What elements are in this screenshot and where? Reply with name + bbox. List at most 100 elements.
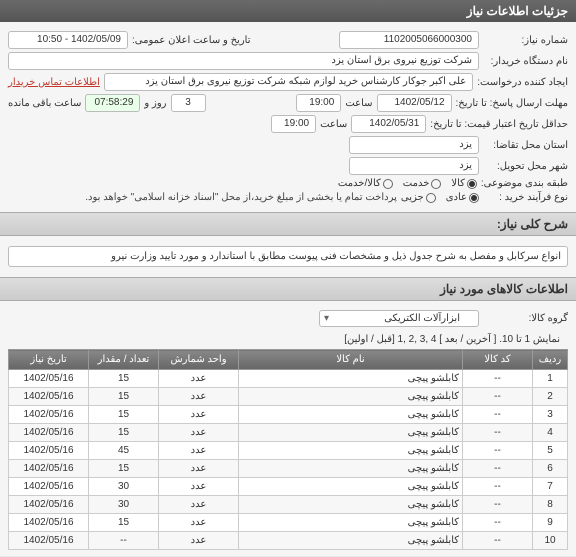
cell-unit: عدد xyxy=(159,424,239,442)
col-idx: ردیف xyxy=(533,350,568,370)
cell-date: 1402/05/16 xyxy=(9,532,89,550)
table-row[interactable]: 7--کابلشو پیچیعدد301402/05/16 xyxy=(9,478,568,496)
cell-code: -- xyxy=(463,388,533,406)
subject-radio-group: کالا خدمت کالا/خدمت xyxy=(338,178,477,189)
cell-name: کابلشو پیچی xyxy=(239,442,463,460)
deadline-label: مهلت ارسال پاسخ: تا تاریخ: xyxy=(456,98,568,109)
col-date: تاریخ نیاز xyxy=(9,350,89,370)
pubdate-label: تاریخ و ساعت اعلان عمومی: xyxy=(132,35,251,46)
contact-link[interactable]: اطلاعات تماس خریدار xyxy=(8,77,100,88)
cell-idx: 4 xyxy=(533,424,568,442)
time-label-1: ساعت xyxy=(345,98,372,109)
delloc-label: شهر محل تحویل: xyxy=(483,161,568,172)
page-header: جزئیات اطلاعات نیاز xyxy=(0,0,576,22)
cell-unit: عدد xyxy=(159,514,239,532)
validity-date: 1402/05/31 xyxy=(351,115,426,133)
group-dropdown[interactable]: ابزارآلات الکتریکی xyxy=(319,310,479,327)
cell-name: کابلشو پیچی xyxy=(239,532,463,550)
general-desc: انواع سرکابل و مفصل به شرح جدول ذیل و مش… xyxy=(8,246,568,267)
cell-name: کابلشو پیچی xyxy=(239,406,463,424)
cell-code: -- xyxy=(463,514,533,532)
buyer-value: شرکت توزیع نیروی برق استان یزد xyxy=(8,52,479,70)
radio-partial-label: جزیی xyxy=(401,192,424,203)
cell-code: -- xyxy=(463,532,533,550)
cell-date: 1402/05/16 xyxy=(9,406,89,424)
radio-goods[interactable] xyxy=(467,179,477,189)
table-row[interactable]: 5--کابلشو پیچیعدد451402/05/16 xyxy=(9,442,568,460)
cell-unit: عدد xyxy=(159,406,239,424)
table-row[interactable]: 2--کابلشو پیچیعدد151402/05/16 xyxy=(9,388,568,406)
remain-label: ساعت باقی مانده xyxy=(8,98,81,109)
cell-qty: 15 xyxy=(89,370,159,388)
buyer-label: نام دستگاه خریدار: xyxy=(483,56,568,67)
radio-service[interactable] xyxy=(431,179,441,189)
cell-date: 1402/05/16 xyxy=(9,460,89,478)
cell-date: 1402/05/16 xyxy=(9,388,89,406)
cell-qty: 15 xyxy=(89,514,159,532)
cell-idx: 6 xyxy=(533,460,568,478)
table-row[interactable]: 4--کابلشو پیچیعدد151402/05/16 xyxy=(9,424,568,442)
cell-code: -- xyxy=(463,460,533,478)
cell-idx: 1 xyxy=(533,370,568,388)
pubdate-value: 1402/05/09 - 10:50 xyxy=(8,31,128,49)
radio-goodsservice-label: کالا/خدمت xyxy=(338,178,381,189)
table-row[interactable]: 1--کابلشو پیچیعدد151402/05/16 xyxy=(9,370,568,388)
cell-qty: 30 xyxy=(89,496,159,514)
cell-unit: عدد xyxy=(159,460,239,478)
cell-date: 1402/05/16 xyxy=(9,478,89,496)
group-label: گروه کالا: xyxy=(483,313,568,324)
days-remaining: 3 xyxy=(171,94,206,112)
cell-name: کابلشو پیچی xyxy=(239,424,463,442)
cell-unit: عدد xyxy=(159,532,239,550)
cell-code: -- xyxy=(463,478,533,496)
reqloc-label: استان محل تقاضا: xyxy=(483,140,568,151)
validity-label: حداقل تاریخ اعتبار قیمت: تا تاریخ: xyxy=(430,119,568,130)
cell-code: -- xyxy=(463,496,533,514)
time-remaining: 07:58:29 xyxy=(85,94,140,112)
cell-name: کابلشو پیچی xyxy=(239,388,463,406)
table-row[interactable]: 9--کابلشو پیچیعدد151402/05/16 xyxy=(9,514,568,532)
creator-label: ایجاد کننده درخواست: xyxy=(477,77,568,88)
cell-idx: 9 xyxy=(533,514,568,532)
cell-unit: عدد xyxy=(159,442,239,460)
col-qty: تعداد / مقدار xyxy=(89,350,159,370)
time-label-2: ساعت xyxy=(320,119,347,130)
radio-partial[interactable] xyxy=(426,193,436,203)
reqno-value: 1102005066000300 xyxy=(339,31,479,49)
cell-date: 1402/05/16 xyxy=(9,370,89,388)
cell-code: -- xyxy=(463,406,533,424)
deadline-date: 1402/05/12 xyxy=(377,94,452,112)
cell-unit: عدد xyxy=(159,496,239,514)
details-section: شماره نیاز: 1102005066000300 تاریخ و ساع… xyxy=(0,22,576,212)
creator-value: علی اکبر جوکار کارشناس خرید لوازم شبکه ش… xyxy=(104,73,473,91)
table-row[interactable]: 10--کابلشو پیچیعدد--1402/05/16 xyxy=(9,532,568,550)
process-radio-group: عادی جزیی xyxy=(401,192,479,203)
pager-links[interactable]: [ آخرین / بعد ] 4 ,3 ,2 ,1 [قبل / اولین] xyxy=(344,334,496,345)
subject-label: طبقه بندی موضوعی: xyxy=(481,178,568,189)
col-code: کد کالا xyxy=(463,350,533,370)
cell-qty: 45 xyxy=(89,442,159,460)
cell-qty: 15 xyxy=(89,424,159,442)
radio-goods-label: کالا xyxy=(451,178,465,189)
reqloc-value: یزد xyxy=(349,136,479,154)
cell-unit: عدد xyxy=(159,370,239,388)
cell-date: 1402/05/16 xyxy=(9,496,89,514)
cell-date: 1402/05/16 xyxy=(9,442,89,460)
pager: نمایش 1 تا 10. [ آخرین / بعد ] 4 ,3 ,2 ,… xyxy=(8,330,568,349)
table-row[interactable]: 6--کابلشو پیچیعدد151402/05/16 xyxy=(9,460,568,478)
cell-code: -- xyxy=(463,370,533,388)
radio-service-label: خدمت xyxy=(403,178,430,189)
table-row[interactable]: 3--کابلشو پیچیعدد151402/05/16 xyxy=(9,406,568,424)
radio-normal-label: عادی xyxy=(446,192,467,203)
cell-idx: 8 xyxy=(533,496,568,514)
items-table: ردیف کد کالا نام کالا واحد شمارش تعداد /… xyxy=(8,349,568,550)
cell-name: کابلشو پیچی xyxy=(239,478,463,496)
col-unit: واحد شمارش xyxy=(159,350,239,370)
radio-goodsservice[interactable] xyxy=(383,179,393,189)
cell-qty: 15 xyxy=(89,460,159,478)
cell-code: -- xyxy=(463,442,533,460)
cell-name: کابلشو پیچی xyxy=(239,514,463,532)
cell-qty: 30 xyxy=(89,478,159,496)
radio-normal[interactable] xyxy=(469,193,479,203)
table-row[interactable]: 8--کابلشو پیچیعدد301402/05/16 xyxy=(9,496,568,514)
